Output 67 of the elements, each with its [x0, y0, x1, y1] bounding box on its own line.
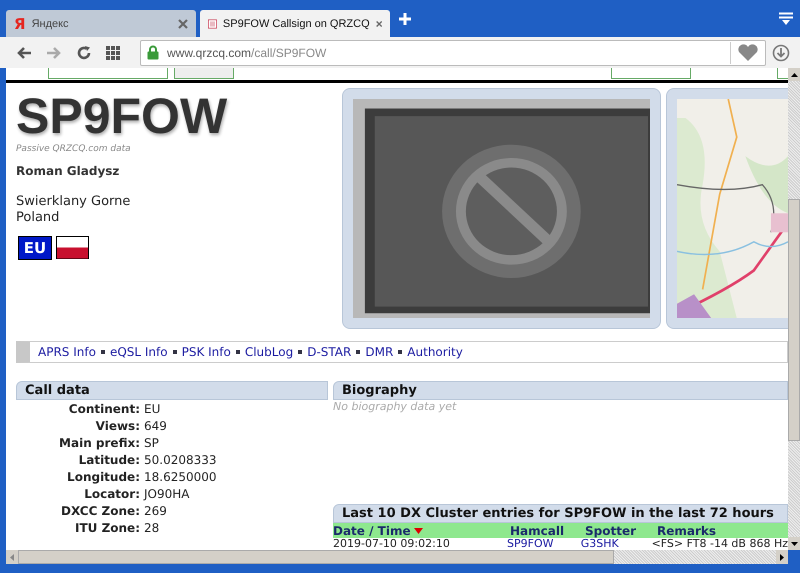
column-header[interactable]: Date / Time	[333, 524, 510, 538]
address-line: Swierklany Gorne	[16, 194, 132, 210]
info-link[interactable]: eQSL Info	[110, 345, 168, 359]
field-value: 50.0208333	[144, 452, 217, 466]
new-tab-icon[interactable]	[398, 12, 412, 26]
vertical-scrollbar[interactable]	[788, 68, 800, 550]
table-link[interactable]: SP9FOW	[507, 538, 581, 550]
field-value: JO90HA	[144, 486, 190, 500]
left-arrow-icon[interactable]	[10, 554, 14, 560]
operator-name: Roman Gladysz	[16, 164, 120, 178]
field-label: Views:	[94, 418, 141, 432]
field-label: Continent:	[68, 402, 141, 416]
site-icon: Я	[14, 14, 26, 32]
download-icon[interactable]	[772, 44, 790, 62]
close-icon[interactable]	[376, 18, 382, 28]
section-header: Biography	[333, 381, 788, 400]
close-icon[interactable]	[178, 18, 188, 28]
forward-icon[interactable]	[46, 46, 62, 60]
source-note: Passive QRZCQ.com data	[16, 144, 132, 154]
browser-tab[interactable]: SP9FOW Callsign on QRZCQ	[200, 10, 390, 37]
column-header[interactable]: Remarks	[657, 524, 788, 538]
field-label: Longitude:	[66, 470, 141, 484]
field-label: Main prefix:	[58, 436, 141, 450]
field-label: Latitude:	[78, 452, 141, 466]
field-value: SP	[144, 436, 159, 450]
apps-grid-icon[interactable]	[106, 46, 120, 60]
info-link[interactable]: ClubLog	[244, 345, 294, 359]
browser-tab[interactable]: Я Яндекс	[6, 10, 196, 37]
menu-icon[interactable]	[778, 12, 794, 26]
right-arrow-icon[interactable]	[780, 554, 784, 560]
table-cell-text: 2019-07-10 09:02:10	[333, 538, 451, 550]
tab-title: SP9FOW Callsign on QRZCQ	[222, 18, 370, 30]
scrollbar-thumb[interactable]	[788, 199, 800, 441]
column-header[interactable]: Spotter	[585, 524, 657, 538]
continent-badge: EU	[18, 236, 52, 260]
down-arrow-icon[interactable]	[790, 542, 798, 546]
horizontal-scrollbar[interactable]	[6, 550, 788, 564]
back-icon[interactable]	[16, 46, 32, 60]
address-bar[interactable]: www.qrzcq.com/call/SP9FOW	[140, 40, 766, 66]
up-arrow-icon[interactable]	[790, 72, 798, 76]
field-value: 18.6250000	[144, 470, 217, 484]
field-label: ITU Zone:	[74, 520, 141, 534]
table-cell: <FS> FT8 -14 dB 868 Hz	[652, 538, 788, 550]
info-link[interactable]: D-STAR	[307, 345, 352, 359]
address-line: Poland	[16, 210, 60, 226]
column-header[interactable]: Hamcall	[510, 524, 585, 538]
section-header: Call data	[16, 381, 328, 400]
field-value: EU	[144, 402, 160, 416]
scrollbar-thumb[interactable]	[18, 550, 614, 564]
site-icon	[208, 16, 217, 30]
field-label: Locator:	[83, 486, 141, 500]
info-link[interactable]: DMR	[365, 345, 394, 359]
field-value: 28	[144, 520, 160, 534]
info-link[interactable]: APRS Info	[38, 345, 96, 359]
reload-icon[interactable]	[76, 44, 92, 60]
field-value: 649	[144, 418, 167, 432]
tab-title: Яндекс	[32, 18, 70, 30]
callsign-title: SP9FOW	[16, 88, 228, 144]
field-label: DXCC Zone:	[60, 504, 141, 518]
section-header: Last 10 DX Cluster entries for SP9FOW in the last 72 hours	[333, 504, 788, 523]
field-value: 269	[144, 504, 167, 518]
lock-icon	[147, 45, 159, 60]
empty-note: No biography data yet	[333, 400, 458, 413]
table-link[interactable]: G3SHK	[580, 538, 652, 550]
info-link[interactable]: PSK Info	[182, 345, 231, 359]
flag-icon	[56, 236, 89, 259]
info-link[interactable]: Authority	[407, 345, 463, 359]
